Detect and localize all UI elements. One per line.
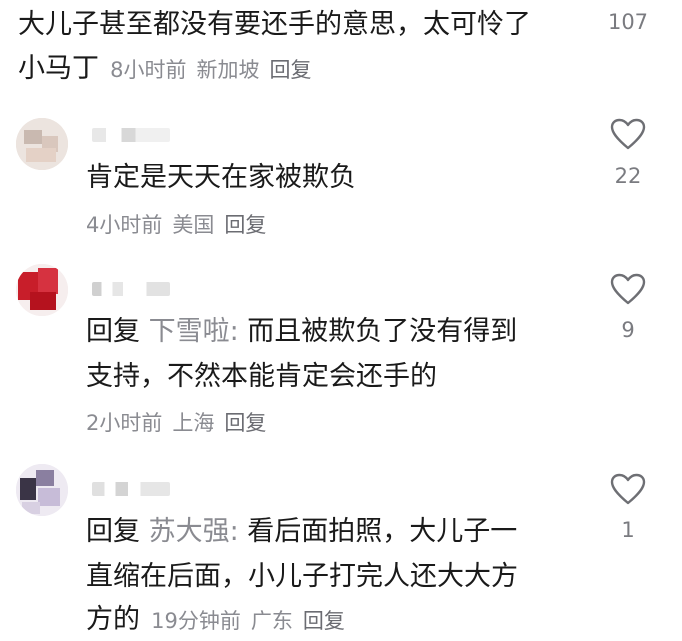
avatar-image: [16, 264, 68, 316]
avatar[interactable]: [16, 464, 68, 516]
top-comment-meta: 8小时前 新加坡 回复: [110, 58, 321, 82]
top-comment-time: 8小时前: [110, 58, 187, 82]
reply-text: 肯定是天天在家被欺负: [86, 162, 356, 193]
top-comment-reply-button[interactable]: 回复: [269, 58, 311, 82]
top-comment-text-line2: 小马丁: [18, 53, 99, 84]
avatar[interactable]: [16, 264, 68, 316]
reply-button[interactable]: 回复: [224, 411, 266, 435]
reply-line3-row: 方的 19分钟前 广东 回复: [86, 599, 355, 641]
reply-button[interactable]: 回复: [303, 609, 345, 633]
heart-icon[interactable]: [610, 273, 646, 305]
reply-time: 2小时前: [86, 411, 163, 435]
username-blurred[interactable]: [92, 282, 170, 296]
avatar-image: [16, 118, 68, 170]
reply-like-count: 9: [621, 318, 635, 342]
reply-text-line1-row: 回复 下雪啦: 而且被欺负了没有得到: [86, 311, 517, 353]
top-comment-like-count: 107: [607, 10, 649, 34]
mention-link[interactable]: 苏大强:: [149, 516, 239, 547]
username-blurred[interactable]: [92, 128, 170, 142]
reply-meta: 19分钟前 广东 回复: [151, 609, 355, 633]
heart-icon[interactable]: [610, 473, 646, 505]
reply-button[interactable]: 回复: [224, 213, 266, 237]
mention-link[interactable]: 下雪啦:: [149, 316, 239, 347]
reply-meta: 4小时前 美国 回复: [86, 209, 276, 239]
reply-location: 美国: [172, 213, 215, 237]
reply-time: 19分钟前: [151, 609, 241, 633]
top-comment-location: 新加坡: [196, 58, 260, 82]
reply-location: 上海: [172, 411, 215, 435]
reply-meta: 2小时前 上海 回复: [86, 407, 276, 437]
reply-prefix: 回复: [86, 516, 140, 547]
reply-text-line1-row: 回复 苏大强: 看后面拍照，大儿子一: [86, 511, 517, 553]
reply-text-line1: 而且被欺负了没有得到: [247, 316, 518, 347]
reply-text-line2: 支持，不然本能肯定会还手的: [86, 361, 437, 392]
reply-text-line1: 看后面拍照，大儿子一: [247, 516, 518, 547]
reply-time: 4小时前: [86, 213, 163, 237]
reply-text-line2: 直缩在后面，小儿子打完人还大大方: [86, 561, 518, 592]
username-blurred[interactable]: [92, 482, 170, 496]
reply-like-count: 1: [621, 518, 635, 542]
top-comment-text-line1: 大儿子甚至都没有要还手的意思，太可怜了: [18, 9, 531, 40]
avatar[interactable]: [16, 118, 68, 170]
avatar-image: [16, 464, 68, 516]
reply-prefix: 回复: [86, 316, 140, 347]
reply-text-line3: 方的: [86, 604, 140, 635]
heart-icon[interactable]: [610, 118, 646, 150]
top-comment-line2-row: 小马丁 8小时前 新加坡 回复: [18, 48, 321, 90]
reply-like-count: 22: [614, 164, 642, 188]
reply-location: 广东: [250, 609, 293, 633]
